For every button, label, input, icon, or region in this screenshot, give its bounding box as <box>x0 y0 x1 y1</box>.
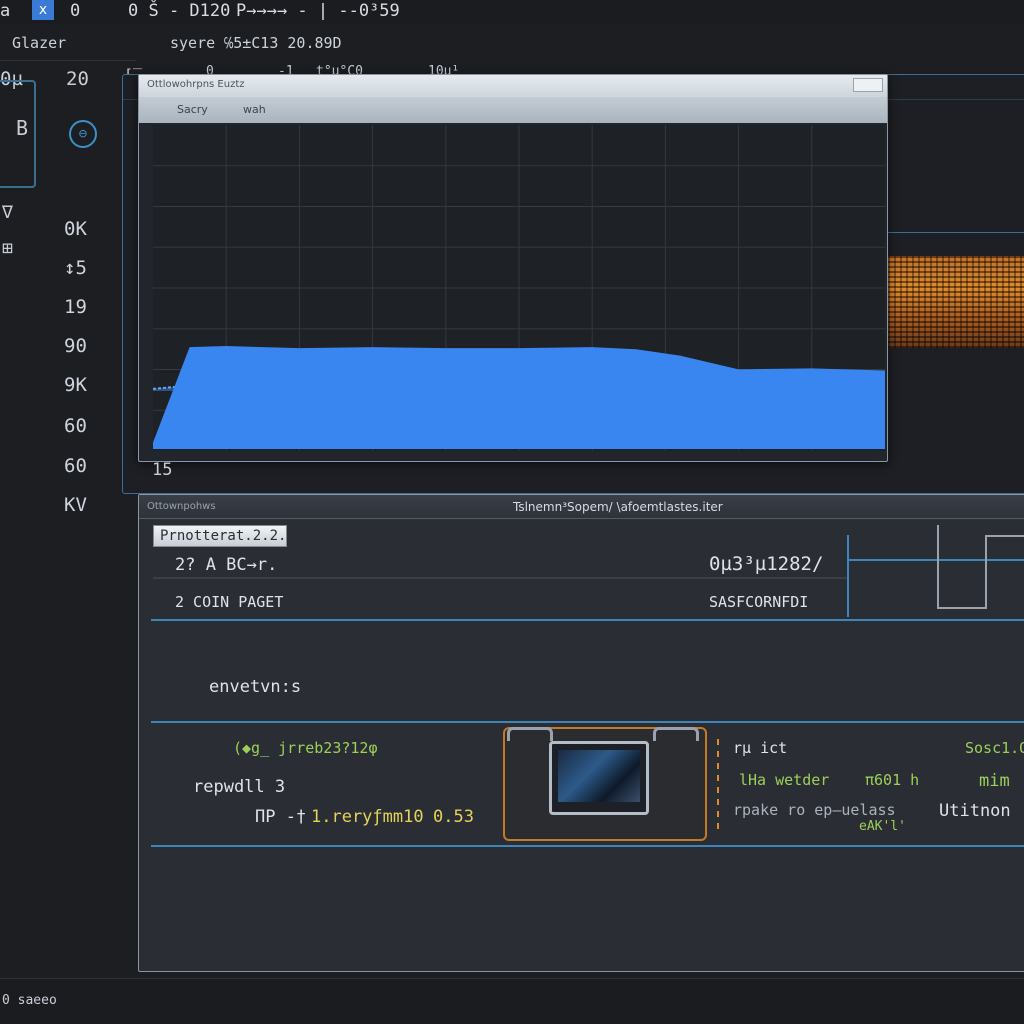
field-value-number[interactable]: 0.53 <box>433 807 474 827</box>
thumb-tab <box>653 727 699 741</box>
info-r2b: π601 h <box>865 771 920 789</box>
top-left-label: a <box>0 1 11 21</box>
connector-line <box>937 525 939 609</box>
status-text: 0 saeeo <box>2 993 57 1008</box>
row1-divider <box>153 577 847 579</box>
device-screen-image <box>558 750 640 802</box>
rail-value: 60 <box>64 415 87 437</box>
sub-header: (◆g_ jrreb23?12φ <box>233 739 378 757</box>
info-r3b: Utitnon <box>939 801 1011 821</box>
properties-title-left: Ottownpohws <box>147 501 216 512</box>
row1-right: 0µ3³µ1282/ <box>709 553 824 575</box>
header-divider <box>0 60 136 61</box>
rail-value: 9K <box>64 374 87 396</box>
thumb-tab <box>507 727 553 741</box>
tool-icon[interactable]: x <box>32 0 54 20</box>
field-label: repwdll 3 <box>193 777 286 797</box>
top-menu-bar: a x 0 0 Š - D120 P→→→→ - | --0³59 <box>0 0 1024 24</box>
bookmark-icon[interactable]: B <box>16 116 28 140</box>
chart-svg <box>153 125 885 451</box>
header-left-label: Glazer <box>12 34 67 52</box>
row2-right: SASFCORNFDI <box>709 593 809 611</box>
info-r2a: lHa wetder <box>739 771 830 789</box>
rail-value: ↕5 <box>64 257 87 279</box>
device-thumbnail[interactable] <box>503 727 707 841</box>
device-screen-frame <box>549 741 649 815</box>
window-controls[interactable] <box>853 78 883 92</box>
field-value-prefix: ΠP -† <box>255 807 307 827</box>
x-axis-label: 15 <box>152 460 173 480</box>
info-r3a: rpake ro ep–uelass <box>733 801 896 819</box>
spectrogram-heatmap <box>888 256 1024 348</box>
section-divider <box>151 721 1024 723</box>
properties-window: Ottownpohws Tslnemn³Sopem/ \afoemtlastes… <box>138 494 1024 972</box>
rail-value: 60 <box>64 455 87 477</box>
top-item-2[interactable]: 0 Š - D120 <box>128 1 230 21</box>
connector-line <box>847 535 849 617</box>
header-right-label: syere ℅5±C13 20.89D <box>170 34 342 52</box>
waveform-chart[interactable] <box>153 125 885 451</box>
connector-line <box>937 607 985 609</box>
row1-left: 2? A BC→r. <box>175 555 278 575</box>
lower-series-area <box>153 346 885 449</box>
window-menubar: Sacry wah <box>139 97 887 123</box>
connector-line <box>985 535 987 609</box>
status-bar: 0 saeeo <box>0 978 1024 1024</box>
waveform-window: Ottlowohrpns Euztz Sacry wah <box>138 74 888 462</box>
field-value-text[interactable]: 1.reryƒmm10 <box>311 807 424 827</box>
info-r4: eAK'l' <box>859 819 906 834</box>
window-titlebar[interactable]: Ottlowohrpns Euztz <box>139 75 887 97</box>
top-item-1[interactable]: 0 <box>70 1 80 21</box>
info-r1a: rµ ict <box>733 739 788 757</box>
orange-marker <box>717 739 719 835</box>
rail-value: 0K <box>64 218 87 240</box>
header-row2-b: 20 <box>66 68 89 90</box>
funnel-icon[interactable]: ∇ <box>2 202 13 223</box>
menu-item[interactable]: Sacry <box>177 103 208 116</box>
properties-titlebar[interactable]: Ottownpohws Tslnemn³Sopem/ \afoemtlastes… <box>139 495 1024 519</box>
section-divider <box>151 619 1024 621</box>
circle-toggle-icon[interactable]: ⊖ <box>69 120 97 148</box>
info-r1b: Sosc1.Q <box>965 739 1024 757</box>
rail-value: 90 <box>64 335 87 357</box>
window-title: Ottlowohrpns Euztz <box>147 79 245 90</box>
properties-title: Tslnemn³Sopem/ \afoemtlastes.iter <box>513 500 723 514</box>
top-item-3[interactable]: P→→→→ - | --0³59 <box>236 1 400 21</box>
rail-value: 19 <box>64 296 87 318</box>
tab-properties[interactable]: Prnotterat.2.2. <box>153 525 287 547</box>
menu-item[interactable]: wah <box>243 103 266 116</box>
connector-line <box>985 535 1024 537</box>
grid-icon[interactable]: ⊞ <box>2 238 13 259</box>
section-label: envetvn:s <box>209 677 302 697</box>
rail-value: KV <box>64 494 87 516</box>
section-divider <box>151 845 1024 847</box>
info-r2c: mim <box>979 771 1010 791</box>
row2-left: 2 COIN PAGET <box>175 593 284 611</box>
